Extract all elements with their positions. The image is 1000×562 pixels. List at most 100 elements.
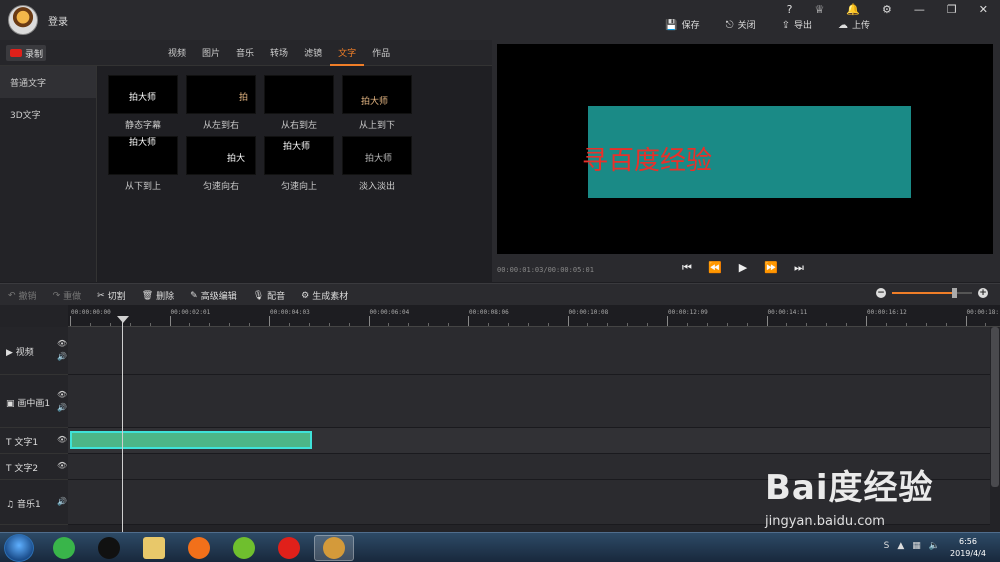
watermark-url: jingyan.baidu.com — [765, 514, 885, 529]
save-icon: 💾 — [665, 20, 678, 31]
text-effect-thumbnail[interactable]: 拍大师 — [108, 136, 178, 175]
tray-arrow-icon[interactable]: ▲ — [897, 541, 904, 551]
trash-button[interactable]: 🗑 删除 — [142, 289, 174, 303]
text-effect-thumbnail[interactable]: 拍大师 — [264, 136, 334, 175]
action-button-2[interactable]: ⇪ 导出 — [782, 18, 812, 31]
preview-canvas[interactable]: 寻百度经验 — [497, 44, 993, 254]
restore-icon[interactable]: ❐ — [947, 3, 957, 16]
microphone-button[interactable]: 🎙 配音 — [253, 289, 285, 303]
record-button[interactable]: 录制 — [6, 45, 46, 61]
ruler-label: 00:00:04:03 — [270, 309, 310, 316]
tab-0[interactable]: 视频 — [160, 40, 194, 66]
step-forward-icon[interactable]: ⏩ — [764, 261, 778, 275]
playhead[interactable] — [122, 318, 123, 532]
app-logo-icon[interactable] — [8, 5, 38, 35]
text-effect-thumbnail[interactable]: 拍大师 — [342, 75, 412, 114]
zoom-slider-handle[interactable] — [952, 288, 958, 298]
category-item[interactable]: 普通文字 — [0, 66, 96, 98]
track-row[interactable] — [68, 327, 990, 375]
login-link[interactable]: 登录 — [48, 13, 68, 28]
category-item[interactable]: 3D文字 — [0, 98, 96, 130]
action-button-1[interactable]: ⎋ 关闭 — [726, 18, 756, 31]
tab-1[interactable]: 图片 — [194, 40, 228, 66]
track-name-label: 文字1 — [14, 438, 39, 448]
action-button-0[interactable]: 💾 保存 — [665, 18, 699, 31]
settings-icon[interactable]: ⚙ — [882, 3, 892, 16]
tab-5[interactable]: 文字 — [330, 40, 365, 66]
close-icon[interactable]: ✕ — [979, 3, 988, 16]
ruler-label: 00:00:02:01 — [170, 309, 211, 316]
ruler-label: 00:00:18: — [966, 309, 1000, 316]
play-icon[interactable]: ▶ — [736, 261, 750, 275]
pen-button[interactable]: ✎ 高级编辑 — [190, 289, 237, 303]
redo-button[interactable]: ↷ 重做 — [53, 289, 82, 303]
text-effect-thumbnail[interactable] — [264, 75, 334, 114]
time-ruler[interactable]: 00:00:00:00 00:00:02:01 00:00:04:03 00:00:0… — [68, 305, 1000, 327]
track-name-label: 音乐1 — [16, 499, 41, 510]
ruler-major-tick — [468, 316, 469, 326]
text-effect-thumbnail[interactable]: 拍 — [186, 75, 256, 114]
ruler-minor-tick — [806, 323, 808, 326]
skip-end-icon[interactable]: ⏭ — [792, 261, 806, 275]
tab-4[interactable]: 滤镜 — [296, 40, 330, 66]
taskbar-app-4[interactable] — [224, 535, 264, 561]
text-effect-thumbnail[interactable]: 拍大师 — [108, 75, 178, 114]
taskbar-app-3[interactable] — [179, 535, 219, 561]
action-button-3[interactable]: ☁ 上传 — [838, 18, 870, 31]
text-effect-label[interactable]: 匀速向右 — [181, 179, 261, 192]
text-effect-label[interactable]: 从上到下 — [337, 118, 417, 131]
tab-6[interactable]: 作品 — [364, 40, 398, 66]
text-effect-label[interactable]: 从右到左 — [259, 118, 339, 131]
ruler-minor-tick — [89, 323, 91, 326]
tab-3[interactable]: 转场 — [262, 40, 296, 66]
speaker-icon[interactable]: 🔊 — [57, 403, 67, 412]
scissors-button[interactable]: ✂ 切割 — [97, 289, 126, 303]
minimize-icon[interactable]: — — [914, 3, 925, 16]
eye-icon[interactable]: 👁 — [57, 461, 67, 470]
zoom-out-icon[interactable]: − — [876, 288, 886, 298]
tab-2[interactable]: 音乐 — [228, 40, 262, 66]
taskbar-app-0[interactable] — [44, 535, 84, 561]
speaker-icon[interactable]: 🔊 — [57, 497, 67, 506]
system-clock[interactable]: 6:56 2019/4/4 — [942, 536, 994, 560]
track-row[interactable] — [68, 375, 990, 428]
taskbar-app-5[interactable] — [269, 535, 309, 561]
speaker-icon[interactable]: 🔊 — [57, 352, 67, 361]
ruler-minor-tick — [149, 323, 151, 326]
zoom-slider[interactable] — [892, 288, 972, 298]
taskbar-app-1[interactable] — [89, 535, 129, 561]
text-effect-label[interactable]: 从下到上 — [103, 179, 183, 192]
text-clip[interactable] — [70, 431, 312, 449]
eye-icon[interactable]: 👁 — [57, 435, 67, 444]
player-controls: ⏮ ⏪ ▶ ⏩ ⏭ — [680, 261, 806, 275]
text-effect-label[interactable]: 匀速向上 — [259, 179, 339, 192]
taskbar-app-6[interactable] — [314, 535, 354, 561]
text-effect-label[interactable]: 静态字幕 — [103, 118, 183, 131]
track-row[interactable] — [68, 428, 990, 454]
vip-icon[interactable]: ♕ — [814, 3, 824, 16]
eye-icon[interactable]: 👁 — [57, 390, 67, 399]
film-button[interactable]: ⚙ 生成素材 — [301, 289, 348, 303]
playhead-handle[interactable] — [117, 316, 129, 323]
text-effect-thumbnail[interactable]: 拍大师 — [342, 136, 412, 175]
title-bar: 登录 ? ♕ 🔔 ⚙ — ❐ ✕ 💾 保存 ⎋ 关闭 ⇪ 导出 ☁ 上传 — [0, 0, 1000, 40]
network-icon[interactable]: ▦ — [912, 541, 921, 551]
text-effect-thumbnail[interactable]: 拍大 — [186, 136, 256, 175]
start-button-icon[interactable] — [4, 534, 34, 562]
track-name: ♫ 音乐1 — [6, 497, 41, 510]
step-back-icon[interactable]: ⏪ — [708, 261, 722, 275]
input-method-icon[interactable]: S — [884, 541, 890, 551]
help-icon[interactable]: ? — [787, 3, 793, 16]
text-effect-label[interactable]: 从左到右 — [181, 118, 261, 131]
eye-icon[interactable]: 👁 — [57, 339, 67, 348]
timeline-scrollbar[interactable] — [991, 327, 999, 487]
text-effect-label[interactable]: 淡入淡出 — [337, 179, 417, 192]
skip-start-icon[interactable]: ⏮ — [680, 261, 694, 275]
taskbar-app-2[interactable] — [134, 535, 174, 561]
paidashi-icon — [323, 537, 345, 559]
zoom-in-icon[interactable]: + — [978, 288, 988, 298]
ruler-minor-tick — [249, 323, 251, 326]
notification-icon[interactable]: 🔔 — [846, 3, 860, 16]
undo-button[interactable]: ↶ 撤销 — [8, 289, 37, 303]
volume-icon[interactable]: 🔈 — [929, 541, 940, 551]
